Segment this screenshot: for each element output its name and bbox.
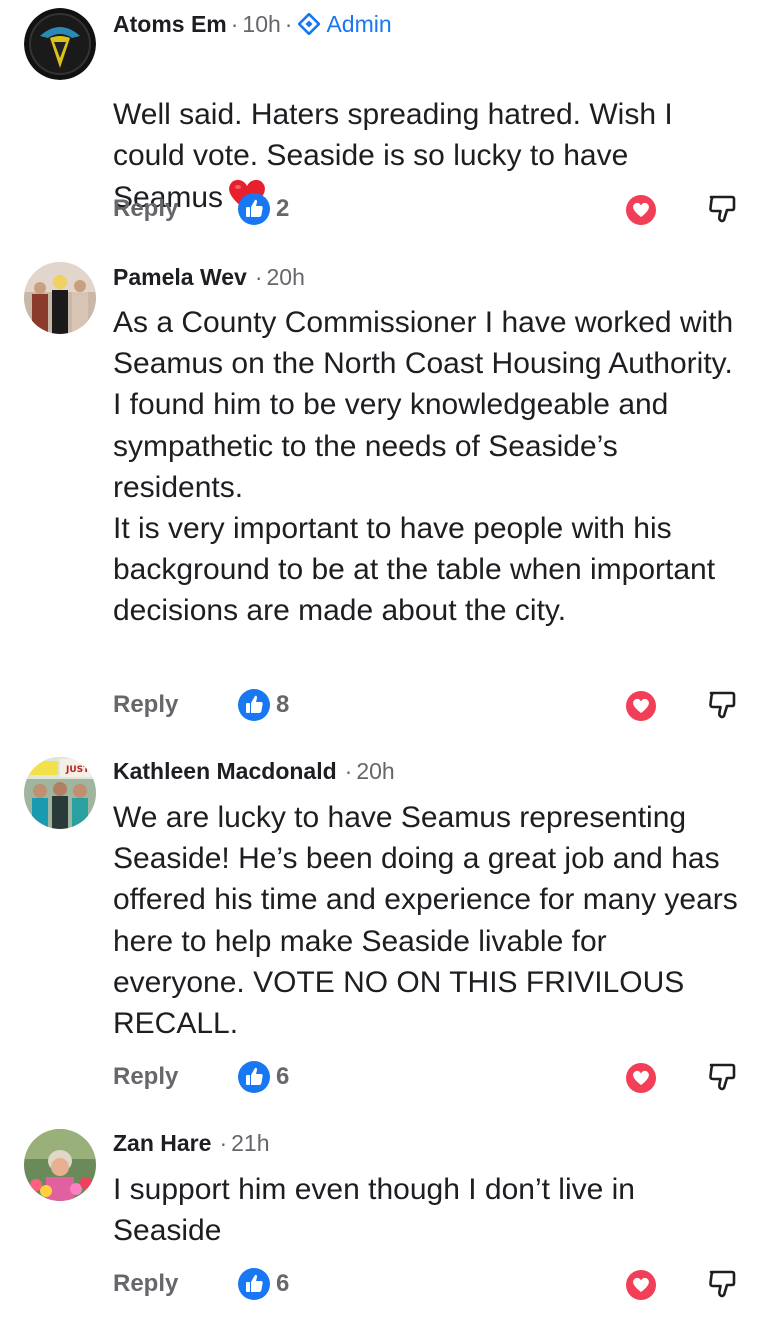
comment-header: Kathleen Macdonald · 20h <box>113 757 395 785</box>
avatar[interactable]: JUSTI <box>24 757 96 829</box>
author-name[interactable]: Zan Hare <box>113 1130 211 1157</box>
like-icon <box>238 1061 270 1093</box>
author-name[interactable]: Pamela Wev <box>113 264 247 291</box>
reply-button[interactable]: Reply <box>113 1268 178 1300</box>
dislike-icon[interactable] <box>706 1268 738 1300</box>
like-reaction[interactable]: 8 <box>238 689 289 721</box>
like-reaction[interactable]: 6 <box>238 1268 289 1300</box>
like-icon <box>238 1268 270 1300</box>
dislike-icon[interactable] <box>706 193 738 225</box>
dislike-icon[interactable] <box>706 689 738 721</box>
avatar[interactable] <box>24 262 96 334</box>
timestamp[interactable]: 10h <box>242 11 280 38</box>
reply-button[interactable]: Reply <box>113 689 178 721</box>
comment-actions: Reply 8 <box>113 689 743 721</box>
admin-badge: Admin <box>298 10 392 38</box>
love-icon[interactable] <box>626 1270 656 1300</box>
comment-header: Zan Hare · 21h <box>113 1129 270 1157</box>
like-reaction[interactable]: 6 <box>238 1061 289 1093</box>
admin-diamond-icon <box>298 13 321 35</box>
love-icon[interactable] <box>626 195 656 225</box>
comment-actions: Reply 6 <box>113 1268 743 1300</box>
love-icon[interactable] <box>626 1063 656 1093</box>
comment-header: Pamela Wev · 20h <box>113 263 305 291</box>
like-count: 6 <box>276 1063 290 1090</box>
timestamp[interactable]: 21h <box>231 1130 269 1157</box>
reply-button[interactable]: Reply <box>113 1061 178 1093</box>
comment-text: We are lucky to have Seamus representing… <box>113 801 738 1041</box>
timestamp[interactable]: 20h <box>356 758 394 785</box>
reply-button[interactable]: Reply <box>113 193 178 225</box>
like-count: 6 <box>276 1270 290 1297</box>
admin-label: Admin <box>326 10 392 37</box>
avatar[interactable] <box>24 8 96 80</box>
like-reaction[interactable]: 2 <box>238 193 289 225</box>
dislike-icon[interactable] <box>706 1061 738 1093</box>
like-count: 2 <box>276 195 290 222</box>
comment-actions: Reply 6 <box>113 1061 743 1093</box>
like-count: 8 <box>276 691 290 718</box>
avatar[interactable] <box>24 1129 96 1201</box>
love-icon[interactable] <box>626 691 656 721</box>
author-name[interactable]: Atoms Em <box>113 11 227 38</box>
avatar-sign-text: JUSTI <box>65 765 93 775</box>
comment-actions: Reply 2 <box>113 193 743 225</box>
comment-header: Atoms Em · 10h · Admin <box>113 10 392 38</box>
comment-text: As a County Commissioner I have worked w… <box>113 306 734 628</box>
timestamp[interactable]: 20h <box>267 264 305 291</box>
author-name[interactable]: Kathleen Macdonald <box>113 758 337 785</box>
like-icon <box>238 689 270 721</box>
like-icon <box>238 193 270 225</box>
comment-text: I support him even though I don’t live i… <box>113 1173 635 1248</box>
